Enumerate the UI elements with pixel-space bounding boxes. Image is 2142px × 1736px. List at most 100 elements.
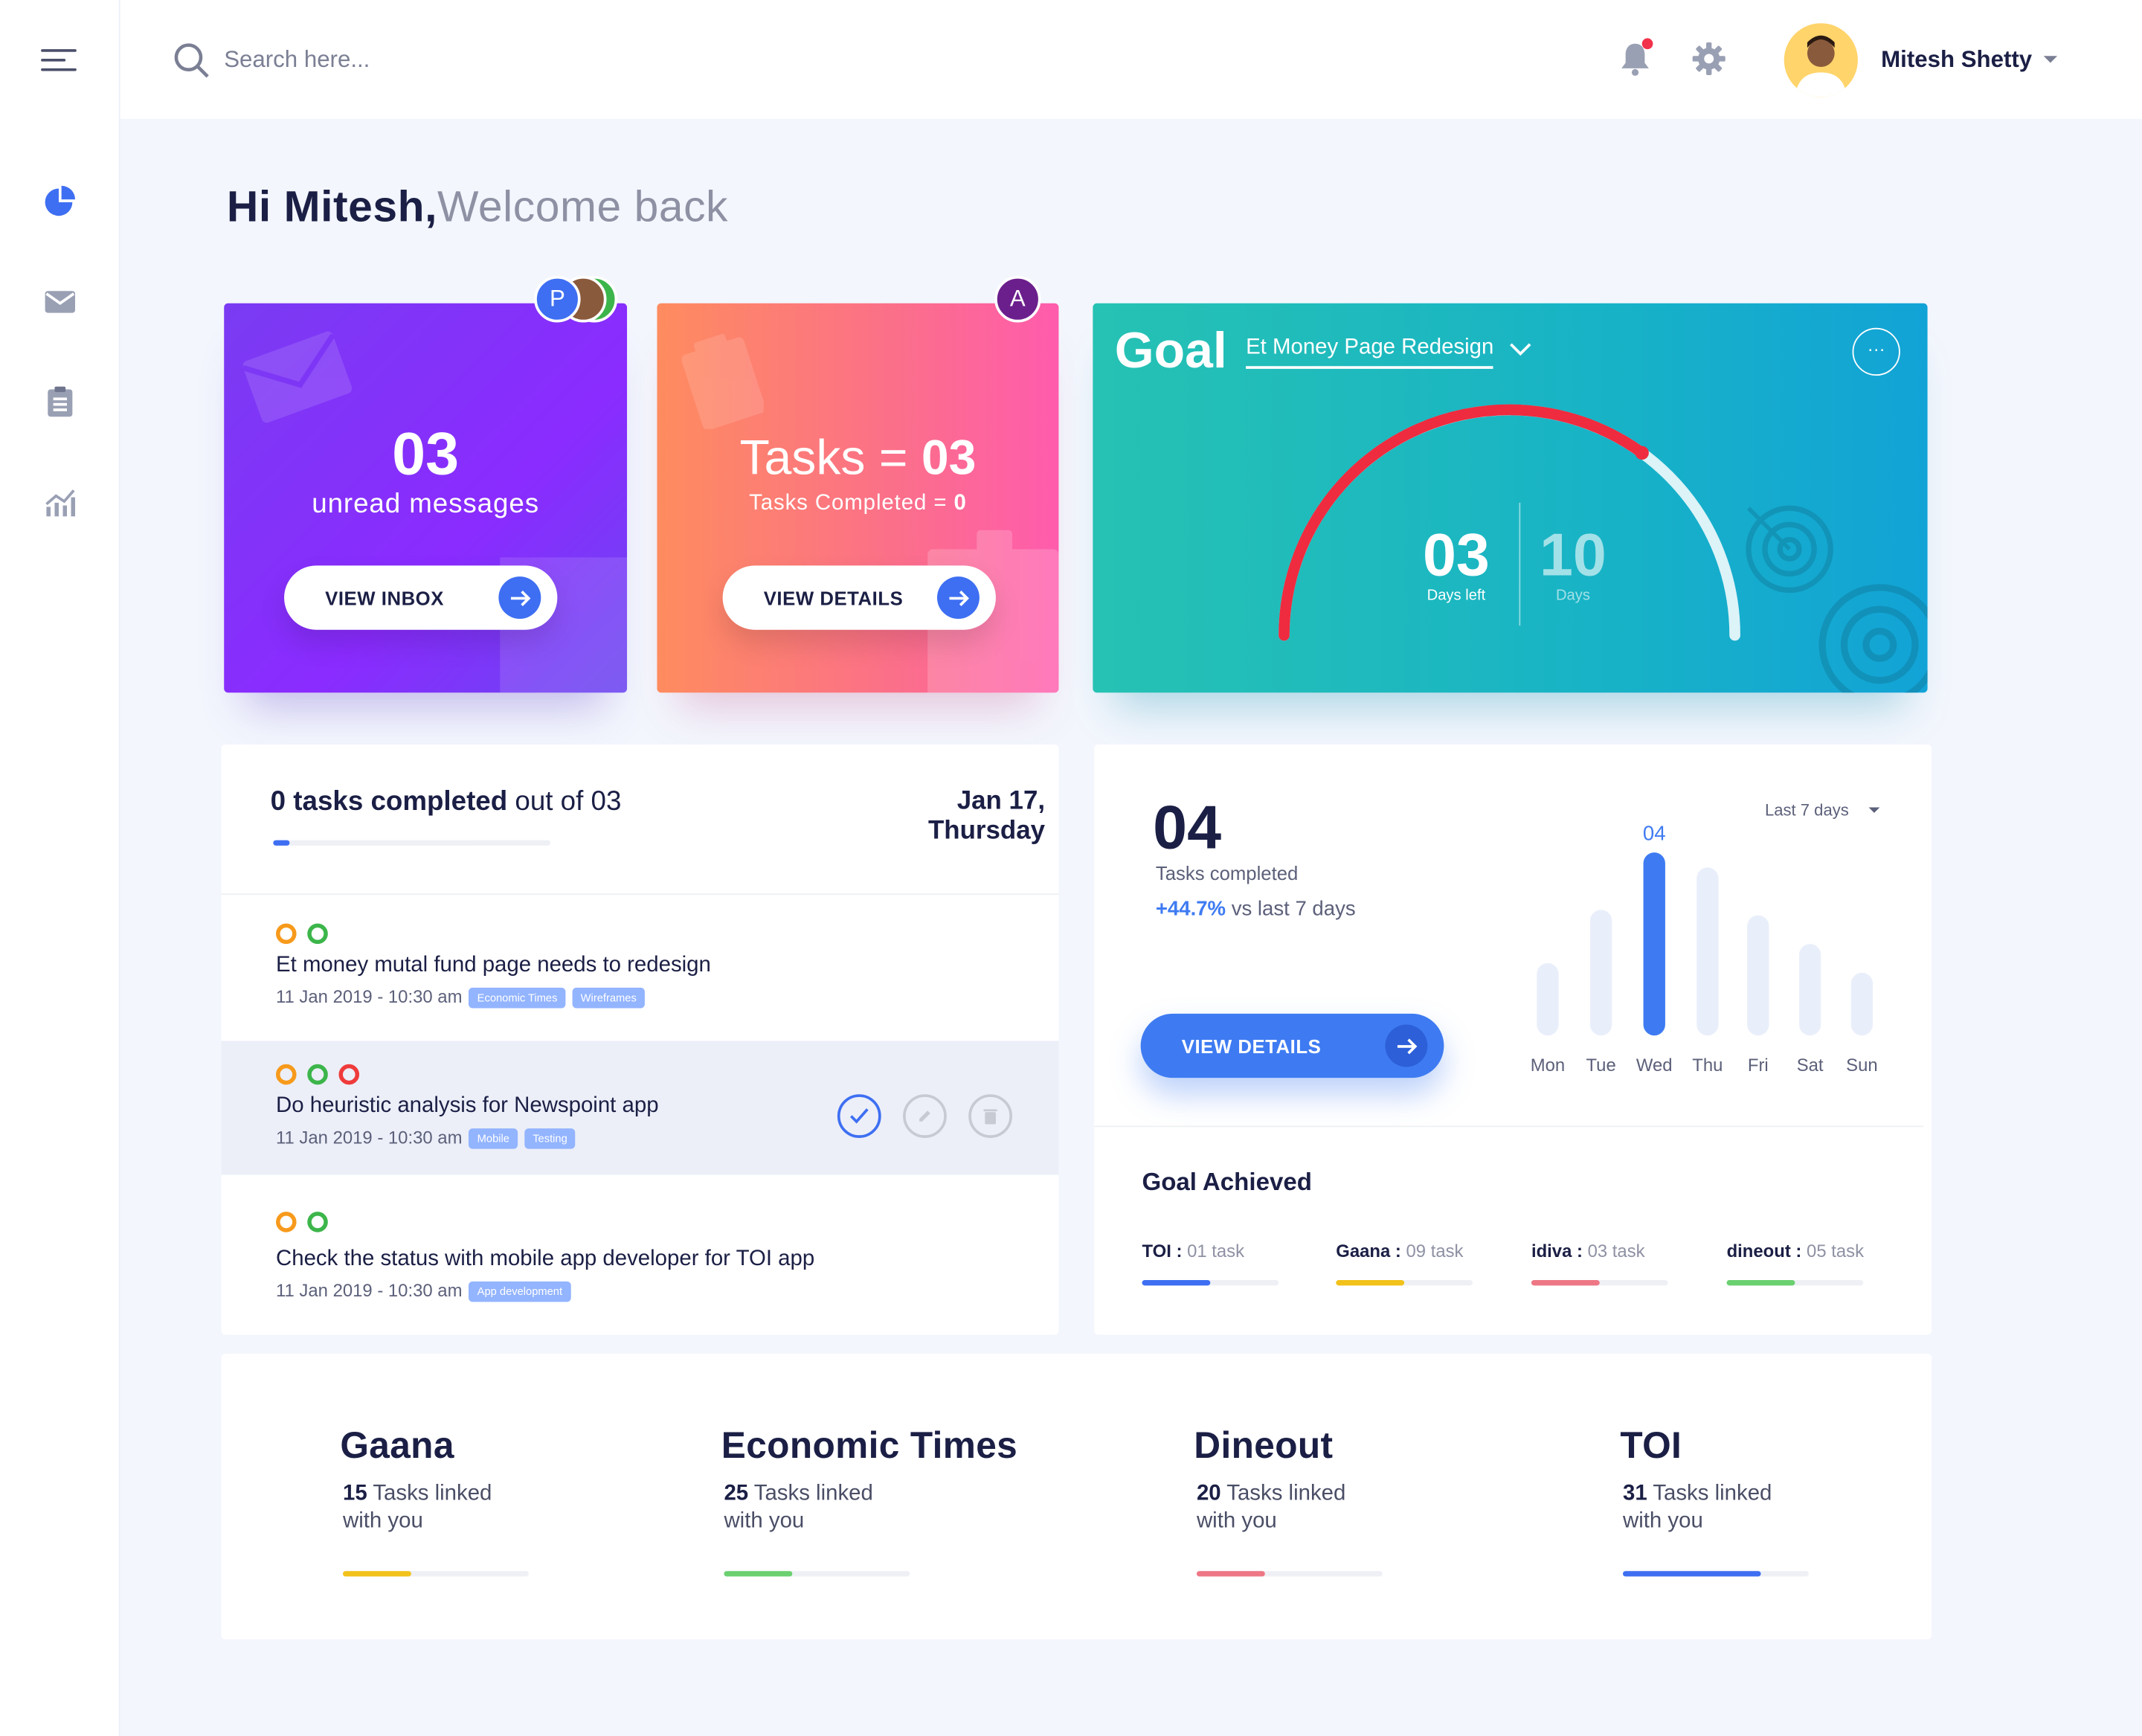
goal-achieved-value: 01 task xyxy=(1182,1240,1245,1261)
chevron-down-icon[interactable] xyxy=(2043,56,2058,63)
stats-change-value: +44.7% xyxy=(1155,897,1226,921)
chart-x-label: Wed xyxy=(1636,1054,1673,1076)
brand-name: Gaana xyxy=(340,1424,454,1466)
brand-task-text2: with you xyxy=(343,1509,423,1533)
settings-gear-icon[interactable] xyxy=(1691,41,1729,79)
brand-card[interactable]: Gaana 15 Tasks linked with you xyxy=(340,1425,695,1536)
brand-progress xyxy=(1196,1571,1383,1577)
brand-tasks-text: 31 Tasks linked with you xyxy=(1620,1481,1975,1535)
chart-x-label: Sat xyxy=(1796,1054,1824,1076)
range-select[interactable]: Last 7 days xyxy=(1765,800,1849,820)
top-bar: Mitesh Shetty xyxy=(120,0,2142,119)
target-icon xyxy=(1818,584,1928,693)
chart-bar[interactable] xyxy=(1850,972,1874,1036)
notification-bell-icon[interactable] xyxy=(1620,38,1653,79)
brand-task-text2: with you xyxy=(1196,1509,1277,1533)
goal-project-select[interactable]: Et Money Page Redesign xyxy=(1246,336,1494,369)
greeting-sub: Welcome back xyxy=(437,181,728,231)
goal-achieved-value: 09 task xyxy=(1400,1240,1464,1261)
task-tag[interactable]: Testing xyxy=(524,1128,576,1149)
brand-card[interactable]: TOI 31 Tasks linked with you xyxy=(1620,1425,1975,1536)
member-avatar-a[interactable]: A xyxy=(994,276,1041,323)
task-title: Check the status with mobile app develop… xyxy=(276,1247,815,1271)
days-total-value: 10 xyxy=(1539,521,1606,589)
goal-achieved-value: 05 task xyxy=(1801,1240,1865,1261)
notification-dot xyxy=(1641,38,1653,50)
task-tag[interactable]: App development xyxy=(469,1281,571,1302)
divider xyxy=(1094,1125,1924,1128)
brand-task-count: 15 xyxy=(343,1482,367,1506)
envelope-watermark-icon xyxy=(242,331,353,423)
delete-task-button[interactable] xyxy=(968,1094,1012,1138)
clipboard-watermark-icon xyxy=(681,333,764,429)
chevron-down-icon[interactable] xyxy=(1868,807,1880,813)
brand-progress xyxy=(1622,1571,1809,1577)
task-tag[interactable]: Wireframes xyxy=(572,988,645,1009)
chart-bar[interactable] xyxy=(1643,852,1665,1036)
priority-ring-icon xyxy=(276,923,297,945)
brand-name: Dineout xyxy=(1194,1424,1334,1466)
goal-achieved-value: 03 task xyxy=(1582,1240,1645,1261)
goal-achieved-item: dineout : 05 task xyxy=(1727,1241,1905,1261)
priority-ring-icon xyxy=(307,1064,328,1085)
stats-view-details-button[interactable]: VIEW DETAILS xyxy=(1140,1013,1444,1078)
chart-x-label: Tue xyxy=(1586,1054,1616,1076)
chart-bar[interactable] xyxy=(1589,910,1612,1036)
more-options-button[interactable]: ··· xyxy=(1852,327,1900,376)
brand-task-text2: with you xyxy=(724,1509,805,1533)
user-avatar[interactable] xyxy=(1784,23,1858,97)
tasks-prefix: Tasks = xyxy=(739,428,922,486)
brand-task-text: Tasks linked xyxy=(367,1482,492,1506)
chart-bar[interactable] xyxy=(1798,944,1821,1036)
clipboard-icon[interactable] xyxy=(41,382,79,420)
task-meta: 11 Jan 2019 - 10:30 am Economic Times Wire… xyxy=(276,986,1058,1009)
edit-task-button[interactable] xyxy=(903,1094,947,1138)
chart-data-label: 04 xyxy=(1642,822,1666,846)
priority-ring-icon xyxy=(276,1212,297,1232)
menu-icon[interactable] xyxy=(41,46,79,74)
task-row[interactable]: Et money mutal fund page needs to redesi… xyxy=(222,923,1059,1033)
chart-x-label: Fri xyxy=(1747,1054,1769,1076)
analytics-icon[interactable] xyxy=(41,483,79,521)
goal-achieved-progress xyxy=(1726,1279,1864,1286)
task-date-line2: Thursday xyxy=(927,817,1046,846)
user-name[interactable]: Mitesh Shetty xyxy=(1881,46,2032,74)
member-avatar-p[interactable]: P xyxy=(534,276,581,323)
pie-chart-icon[interactable] xyxy=(41,181,79,219)
brand-task-text: Tasks linked xyxy=(748,1482,873,1506)
priority-rings xyxy=(276,1064,1058,1089)
chart-x-label: Sun xyxy=(1846,1054,1878,1076)
days-left: 03 Days left xyxy=(1401,521,1511,604)
days-left-value: 03 xyxy=(1422,521,1490,589)
avatar-initial: A xyxy=(1009,285,1026,312)
tasks-completed-line: Tasks Completed = 0 xyxy=(657,492,1058,516)
tasks-total: Tasks = 03 xyxy=(657,429,1058,486)
mail-icon[interactable] xyxy=(41,283,79,321)
view-details-button[interactable]: VIEW DETAILS xyxy=(722,565,996,630)
arrow-right-icon xyxy=(498,576,541,620)
chart-bar[interactable] xyxy=(1747,915,1769,1036)
brand-tasks-text: 25 Tasks linked with you xyxy=(721,1481,1077,1535)
days-left-label: Days left xyxy=(1427,587,1486,604)
arrow-right-icon xyxy=(1385,1024,1428,1067)
unread-label: unread messages xyxy=(312,489,540,519)
brand-card[interactable]: Dineout 20 Tasks linked with you xyxy=(1194,1425,1549,1536)
chart-bar[interactable] xyxy=(1696,867,1719,1036)
chart-bar[interactable] xyxy=(1537,962,1559,1036)
goal-title: Goal xyxy=(1114,322,1227,379)
view-inbox-button[interactable]: VIEW INBOX xyxy=(284,565,558,630)
complete-task-button[interactable] xyxy=(837,1094,881,1138)
search-icon[interactable] xyxy=(172,41,210,79)
task-row[interactable]: Check the status with mobile app develop… xyxy=(222,1212,1059,1321)
priority-ring-icon xyxy=(307,923,328,945)
chevron-down-icon[interactable] xyxy=(1508,341,1533,358)
task-tag[interactable]: Mobile xyxy=(469,1128,518,1149)
goal-achieved-item: Gaana : 09 task xyxy=(1336,1241,1514,1261)
brand-tasks-text: 15 Tasks linked with you xyxy=(340,1481,695,1535)
goal-progress-gauge xyxy=(1279,404,1740,641)
task-date: 11 Jan 2019 - 10:30 am xyxy=(276,1127,463,1148)
task-summary-total: out of 03 xyxy=(507,786,622,817)
brand-card[interactable]: Economic Times 25 Tasks linked with you xyxy=(721,1425,1077,1536)
task-tag[interactable]: Economic Times xyxy=(469,988,566,1009)
search-input[interactable] xyxy=(224,38,771,83)
